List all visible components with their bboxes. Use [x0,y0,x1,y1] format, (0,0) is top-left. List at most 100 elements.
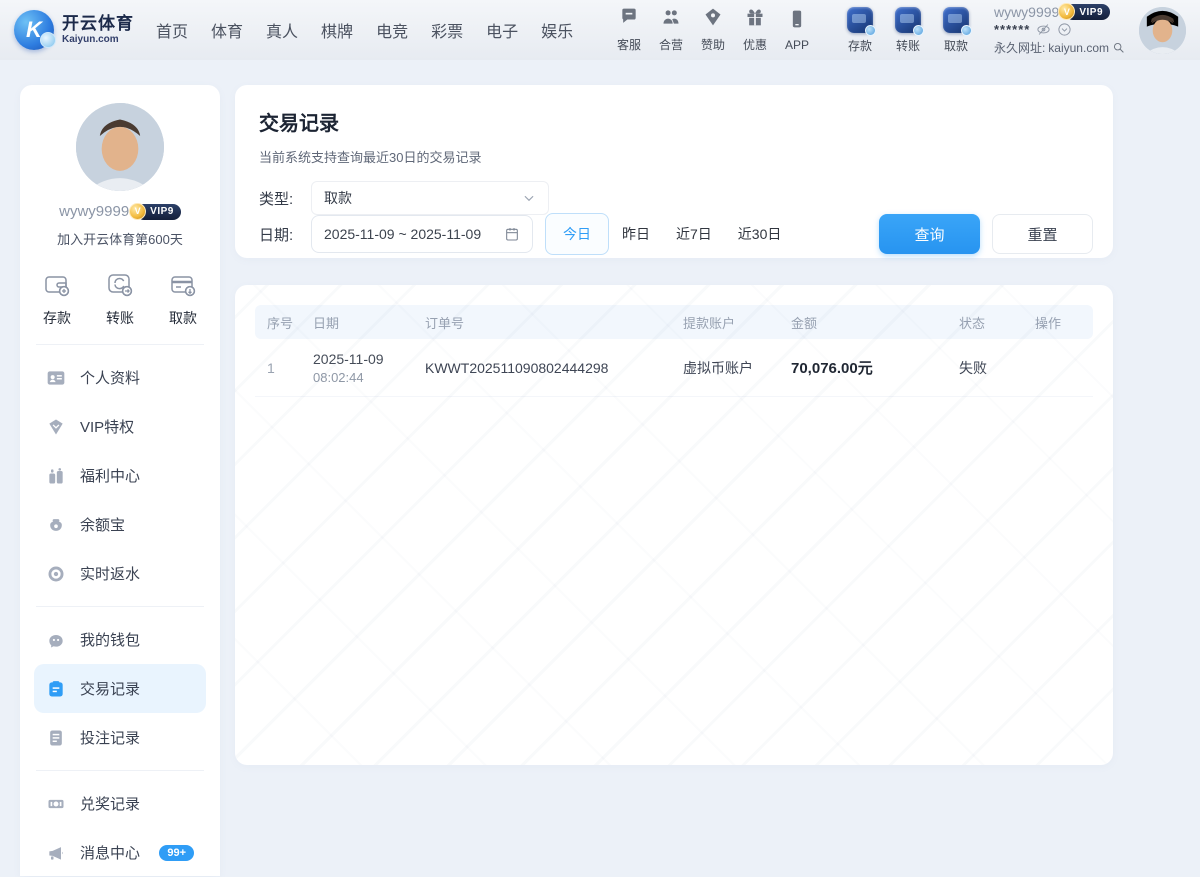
partnership-icon [661,7,681,32]
col-account: 提款账户 [671,313,779,332]
date-label: 日期: [259,224,311,245]
brand-logo[interactable]: K 开云体育 Kaiyun.com [14,10,134,50]
topbar-right: 客服 合营 赞助 优惠 [608,4,1186,56]
page: K 开云体育 Kaiyun.com 首页 体育 真人 棋牌 电竞 彩票 电子 娱… [0,0,1200,876]
cell-index: 1 [255,360,301,376]
sidebar-deposit-button[interactable]: 存款 [42,270,72,328]
wallet-shortcuts: 存款 转账 取款 [840,7,976,54]
type-label: 类型: [259,188,311,209]
date-filter-row: 日期: 2025-11-09 ~ 2025-11-09 今日 昨日 近7日 近3… [259,213,1093,255]
unread-count-badge: 99+ [159,845,194,861]
range-yesterday-button[interactable]: 昨日 [609,213,663,255]
brand-name: 开云体育 [62,15,134,33]
sidebar-withdraw-button[interactable]: 取款 [168,270,198,328]
user-avatar[interactable] [1139,7,1186,54]
vip-emblem-icon: V [129,203,146,220]
date-range-input[interactable]: 2025-11-09 ~ 2025-11-09 [311,215,533,253]
sponsor-icon [703,7,723,32]
transaction-records-icon [46,679,66,699]
brand-logo-text: 开云体育 Kaiyun.com [62,15,134,45]
vip-privilege-icon [46,417,66,437]
app-download-button[interactable]: APP [776,9,818,52]
page-subtitle: 当前系统支持查询最近30日的交易记录 [259,147,1089,166]
welfare-center-icon [46,466,66,486]
magnifier-icon[interactable] [1112,41,1125,54]
col-index: 序号 [255,313,301,332]
sponsor-button[interactable]: 赞助 [692,7,734,53]
user-info-block: wywy9999 V VIP9 ****** 永久网址: [994,4,1125,56]
nav-item-entertainment[interactable]: 娱乐 [541,18,573,42]
customer-service-button[interactable]: 客服 [608,7,650,53]
sidebar-username: wywy9999 [59,203,129,220]
chevron-down-icon [522,191,536,205]
withdraw-button[interactable]: 取款 [936,7,976,54]
sidebar-transfer-button[interactable]: 转账 [105,270,135,328]
profile-card-icon [46,368,66,388]
col-date: 日期 [301,313,413,332]
type-filter-row: 类型: 取款 [259,181,1089,215]
brand-domain: Kaiyun.com [62,35,134,46]
sidebar-menu: 个人资料 VIP特权 福利中心 余额宝 实时返水 我的钱包 [20,344,220,877]
partnership-button[interactable]: 合营 [650,7,692,53]
chevron-down-circle-icon[interactable] [1057,22,1072,37]
search-button[interactable]: 查询 [879,214,980,254]
sidebar-item-balance-treasure[interactable]: 余额宝 [34,500,206,549]
range-30days-button[interactable]: 近30日 [725,213,795,255]
brand-logo-icon: K [14,10,54,50]
vip-emblem-icon: V [1058,3,1075,20]
sidebar-item-prize-records[interactable]: 兑奖记录 [34,779,206,828]
sidebar-item-transaction-records[interactable]: 交易记录 [34,664,206,713]
nav-item-board-games[interactable]: 棋牌 [321,18,353,42]
deposit-button[interactable]: 存款 [840,7,880,54]
deposit-icon [847,7,873,33]
sidebar-item-profile[interactable]: 个人资料 [34,353,206,402]
sidebar-vip-badge[interactable]: V VIP9 [136,204,181,220]
nav-item-esports[interactable]: 电竞 [376,18,408,42]
withdraw-card-icon [168,270,198,300]
customer-service-icon [619,7,639,32]
records-table-card: 序号 日期 订单号 提款账户 金额 状态 操作 1 2025-11-09 08:… [235,285,1113,765]
site-url[interactable]: kaiyun.com [1048,41,1109,55]
divider [36,606,204,607]
vip-badge[interactable]: V VIP9 [1065,4,1110,20]
col-order-no: 订单号 [413,313,671,332]
type-select-value: 取款 [324,188,352,208]
main-nav: 首页 体育 真人 棋牌 电竞 彩票 电子 娱乐 [156,18,573,42]
col-action: 操作 [1023,313,1093,332]
nav-item-live-casino[interactable]: 真人 [266,18,298,42]
promo-button[interactable]: 优惠 [734,7,776,53]
type-select[interactable]: 取款 [311,181,549,215]
gift-icon [745,7,765,32]
transfer-button[interactable]: 转账 [888,7,928,54]
realtime-rebate-icon [46,564,66,584]
nav-item-home[interactable]: 首页 [156,18,188,42]
sidebar-item-realtime-rebate[interactable]: 实时返水 [34,549,206,598]
date-range-value: 2025-11-09 ~ 2025-11-09 [324,226,481,242]
transfer-arrows-icon [105,270,135,300]
reset-button[interactable]: 重置 [992,214,1093,254]
sidebar-item-bet-records[interactable]: 投注记录 [34,713,206,762]
joined-days-text: 加入开云体育第600天 [20,229,220,248]
cell-amount: 70,076.00元 [779,357,947,378]
divider [36,344,204,345]
sidebar-quick-actions: 存款 转账 取款 [20,270,220,328]
sidebar-avatar [76,103,164,191]
range-7days-button[interactable]: 近7日 [663,213,725,255]
nav-item-sports[interactable]: 体育 [211,18,243,42]
cell-account: 虚拟币账户 [671,358,779,378]
nav-item-slots[interactable]: 电子 [486,18,518,42]
eye-slash-icon[interactable] [1036,22,1051,37]
sidebar-item-welfare-center[interactable]: 福利中心 [34,451,206,500]
nav-item-lottery[interactable]: 彩票 [431,18,463,42]
sidebar-item-message-center[interactable]: 消息中心 99+ [34,828,206,877]
col-status: 状态 [947,313,1023,332]
sidebar-item-my-wallet[interactable]: 我的钱包 [34,615,206,664]
sidebar: wywy9999 V VIP9 加入开云体育第600天 存款 转账 [20,85,220,876]
range-today-button[interactable]: 今日 [545,213,609,255]
table-row: 1 2025-11-09 08:02:44 KWWT20251109080244… [255,339,1093,397]
prize-records-icon [46,794,66,814]
sidebar-item-vip-privilege[interactable]: VIP特权 [34,402,206,451]
piggy-bank-icon [46,630,66,650]
deposit-wallet-icon [42,270,72,300]
soccer-ball-icon [40,32,56,48]
